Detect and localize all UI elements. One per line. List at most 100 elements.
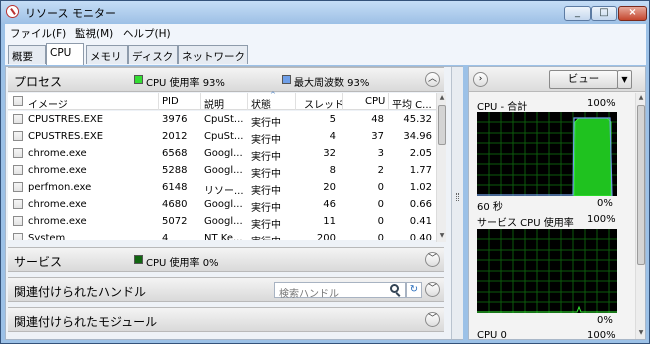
services-cpu-legend: CPU 使用率 0% (146, 258, 219, 269)
menu-file[interactable]: ファイル(F) (10, 26, 66, 41)
column-cpu[interactable]: CPU (365, 96, 385, 107)
table-row[interactable]: chrome.exe 5288 Googl... 実行中 8 2 1.77 (8, 162, 436, 180)
cpu-total-time: 60 秒 (477, 202, 503, 213)
select-all-checkbox[interactable] (13, 96, 23, 106)
description-cell: Googl... (204, 216, 243, 227)
description-cell: NT Ke... (204, 233, 243, 240)
row-checkbox[interactable] (13, 233, 23, 240)
handles-header[interactable]: 関連付けられたハンドル 検索ハンドル ↻ ﹀ (8, 277, 444, 302)
table-row[interactable]: chrome.exe 5072 Googl... 実行中 11 0 0.41 (8, 213, 436, 231)
row-checkbox[interactable] (13, 131, 23, 141)
column-pid[interactable]: PID (162, 96, 179, 107)
tab-cpu[interactable]: CPU (46, 43, 84, 65)
pid-cell: 2012 (162, 131, 188, 142)
row-checkbox[interactable] (13, 148, 23, 158)
view-dropdown-arrow-icon[interactable]: ▼ (617, 70, 632, 89)
expand-chevron-down-icon[interactable]: ﹀ (425, 252, 440, 267)
process-scrollbar[interactable]: ▲ ▼ (436, 93, 446, 242)
cpu0-max: 100% (587, 330, 616, 341)
services-cpu-legend-swatch (134, 255, 143, 264)
cpu-cell: 0 (377, 182, 384, 193)
row-checkbox[interactable] (13, 114, 23, 124)
column-state[interactable]: 状態 (251, 96, 271, 111)
pid-cell: 5288 (162, 165, 188, 176)
service-cpu-label: サービス CPU 使用率 (477, 218, 574, 229)
column-threads[interactable]: スレッド (304, 96, 344, 111)
tab-overview[interactable]: 概要 (8, 45, 46, 64)
view-button[interactable]: ビュー (549, 70, 618, 89)
cpu-cell: 0 (377, 233, 384, 240)
cpu-cell: 37 (371, 131, 384, 142)
expand-chevron-down-icon[interactable]: ﹀ (425, 282, 440, 297)
description-cell: Googl... (204, 148, 243, 159)
threads-cell: 32 (323, 148, 336, 159)
tab-network[interactable]: ネットワーク (178, 45, 248, 64)
graph-scrollbar[interactable]: ▲ ▼ (635, 93, 645, 339)
processes-header[interactable]: プロセス CPU 使用率 93% 最大周波数 93% ︿ (8, 67, 444, 92)
tab-disk[interactable]: ディスク (128, 45, 178, 64)
state-cell: 実行中 (251, 186, 281, 197)
pid-cell: 4680 (162, 199, 188, 210)
average-cpu-cell: 2.05 (409, 148, 432, 159)
close-button[interactable]: × (618, 6, 647, 21)
services-title: サービス (14, 255, 63, 269)
graph-toolbar: › ビュー ▼ (469, 67, 645, 92)
splitter-grip-icon[interactable] (456, 193, 459, 201)
pid-cell: 6148 (162, 182, 188, 193)
table-row[interactable]: System 4 NT Ke... 実行中 200 0 0.40 (8, 230, 436, 240)
cpu-total-graph-svg (477, 112, 617, 196)
search-handles-input[interactable]: 検索ハンドル (274, 282, 406, 300)
scroll-down-arrow-icon[interactable]: ▼ (438, 232, 446, 241)
scroll-up-arrow-icon[interactable]: ▲ (438, 94, 446, 103)
left-panel: プロセス CPU 使用率 93% 最大周波数 93% ︿ イメージ PID 説明… (5, 66, 463, 340)
description-cell: リソー... (204, 186, 244, 197)
average-cpu-cell: 0.40 (409, 233, 432, 240)
table-row[interactable]: CPUSTRES.EXE 2012 CpuSt... 実行中 4 37 34.96 (8, 128, 436, 146)
maximize-button[interactable]: □ (591, 6, 617, 21)
column-average-cpu[interactable]: 平均 C... (392, 96, 435, 111)
scroll-down-arrow-icon[interactable]: ▼ (637, 329, 645, 338)
average-cpu-cell: 1.02 (409, 182, 432, 193)
collapse-chevron-up-icon[interactable]: ︿ (425, 72, 440, 87)
service-cpu-min: 0% (597, 315, 613, 326)
expand-chevron-down-icon[interactable]: ﹀ (425, 312, 440, 327)
scroll-thumb[interactable] (637, 105, 645, 265)
row-checkbox[interactable] (13, 165, 23, 175)
resource-monitor-window: リソース モニター _ □ × ファイル(F) 監視(M) ヘルプ(H) 概要 … (0, 0, 650, 344)
scroll-thumb[interactable] (438, 105, 446, 145)
table-row[interactable]: chrome.exe 6568 Googl... 実行中 32 3 2.05 (8, 145, 436, 163)
process-table-header: イメージ PID 説明 状態 ^ スレッド CPU 平均 C... (8, 91, 436, 111)
menu-monitor[interactable]: 監視(M) (75, 26, 113, 41)
modules-header[interactable]: 関連付けられたモジュール ﹀ (8, 307, 444, 332)
refresh-icon[interactable]: ↻ (406, 282, 422, 298)
state-cell: 実行中 (251, 152, 281, 163)
scroll-up-arrow-icon[interactable]: ▲ (637, 94, 645, 103)
column-image[interactable]: イメージ (28, 96, 68, 111)
menu-help[interactable]: ヘルプ(H) (123, 26, 171, 41)
threads-cell: 8 (329, 165, 336, 176)
row-checkbox[interactable] (13, 199, 23, 209)
average-cpu-cell: 45.32 (403, 114, 432, 125)
image-cell: chrome.exe (28, 148, 87, 159)
image-cell: perfmon.exe (28, 182, 92, 193)
state-cell: 実行中 (251, 135, 281, 146)
minimize-button[interactable]: _ (564, 6, 591, 21)
services-header[interactable]: サービス CPU 使用率 0% ﹀ (8, 247, 444, 272)
table-row[interactable]: chrome.exe 4680 Googl... 実行中 46 0 0.66 (8, 196, 436, 214)
row-checkbox[interactable] (13, 216, 23, 226)
state-cell: 実行中 (251, 118, 281, 129)
cpu0-label: CPU 0 (477, 330, 507, 341)
threads-cell: 11 (323, 216, 336, 227)
collapse-right-arrow-icon[interactable]: › (473, 72, 488, 87)
table-row[interactable]: perfmon.exe 6148 リソー... 実行中 20 0 1.02 (8, 179, 436, 197)
panel-splitter[interactable] (451, 67, 463, 339)
window-title: リソース モニター (25, 7, 116, 20)
tab-memory[interactable]: メモリ (86, 45, 128, 64)
table-row[interactable]: CPUSTRES.EXE 3976 CpuSt... 実行中 5 48 45.32 (8, 111, 436, 129)
state-cell: 実行中 (251, 220, 281, 231)
row-checkbox[interactable] (13, 182, 23, 192)
search-icon[interactable] (390, 284, 399, 293)
column-description[interactable]: 説明 (204, 96, 224, 111)
cpu-usage-legend-swatch (134, 75, 143, 84)
state-cell: 実行中 (251, 233, 293, 240)
